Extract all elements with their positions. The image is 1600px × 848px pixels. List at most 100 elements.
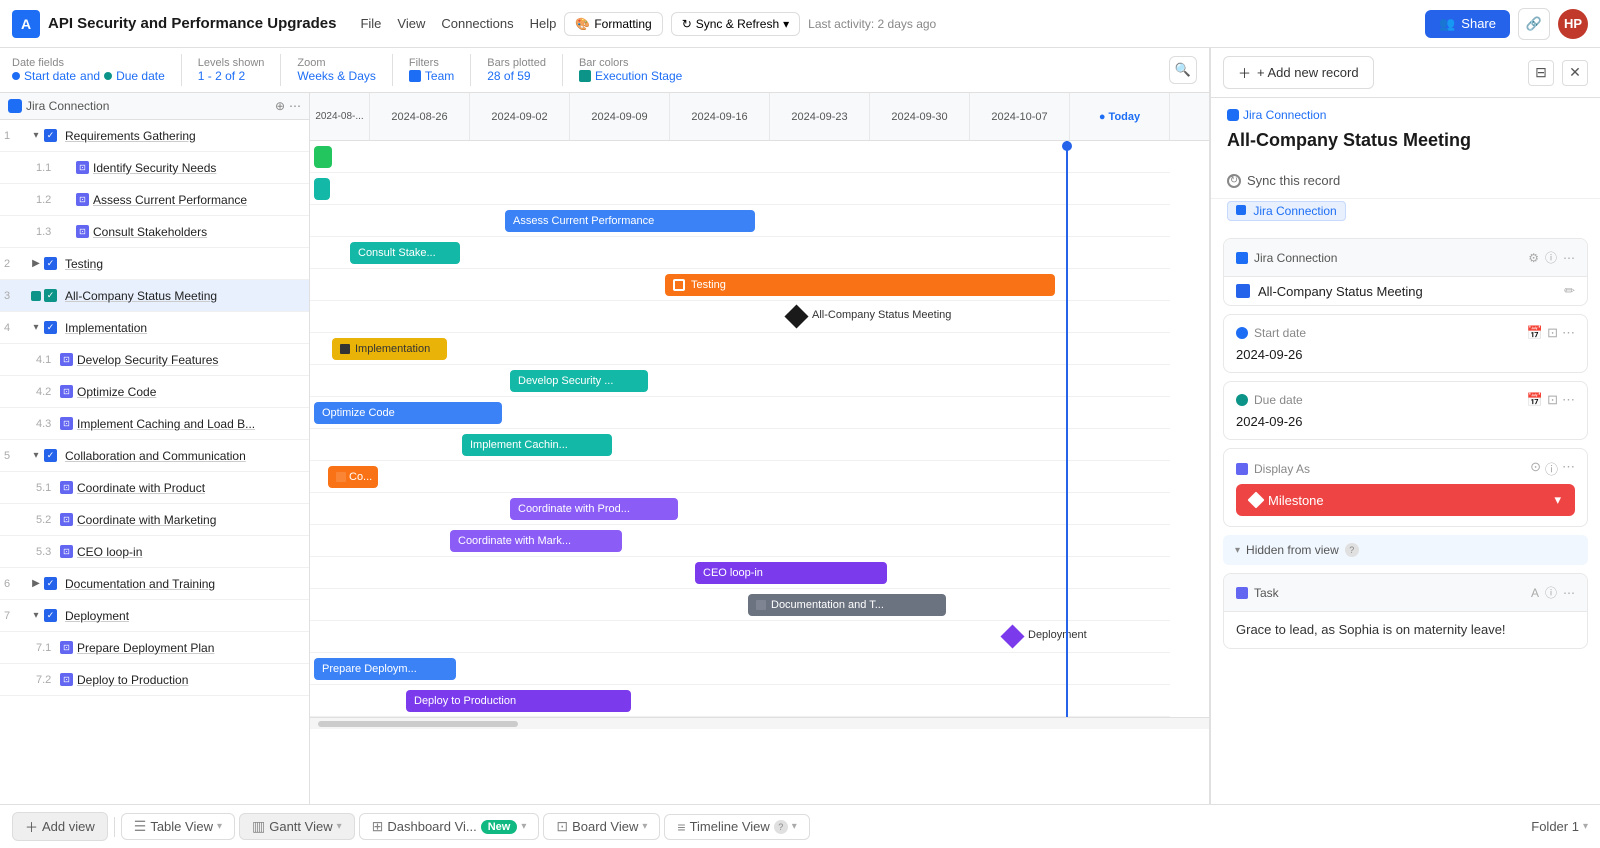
- calendar-icon[interactable]: 📅: [1527, 325, 1543, 341]
- text-icon[interactable]: A: [1531, 586, 1539, 600]
- more-icon[interactable]: ⋯: [1562, 392, 1575, 408]
- date-fields-value[interactable]: Start date and Due date: [12, 69, 165, 83]
- app-logo: A: [12, 10, 40, 38]
- table-row[interactable]: 4.2 ⊡ Optimize Code: [0, 376, 309, 408]
- search-button[interactable]: 🔍: [1169, 56, 1197, 84]
- table-row[interactable]: 7.2 ⊡ Deploy to Production: [0, 664, 309, 696]
- info-icon[interactable]: ⓘ: [1545, 249, 1557, 266]
- table-row[interactable]: 1 ▾ ✓ Requirements Gathering: [0, 120, 309, 152]
- close-button[interactable]: ✕: [1562, 60, 1588, 86]
- table-row[interactable]: 4.3 ⊡ Implement Caching and Load B...: [0, 408, 309, 440]
- gantt-bar-opt[interactable]: Optimize Code: [314, 402, 502, 424]
- table-row[interactable]: 7.1 ⊡ Prepare Deployment Plan: [0, 632, 309, 664]
- tab-table-view[interactable]: ☰ Table View ▾: [121, 813, 235, 840]
- jira-checkbox[interactable]: [1236, 284, 1250, 298]
- chart-row: Testing: [310, 269, 1170, 301]
- row-checkbox[interactable]: ✓: [44, 609, 57, 622]
- gantt-bar[interactable]: [314, 178, 330, 200]
- gantt-bar-collab[interactable]: Co...: [328, 466, 378, 488]
- filters-value[interactable]: Team: [409, 69, 454, 83]
- jira-connection-tag[interactable]: Jira Connection: [1227, 201, 1346, 221]
- gantt-bar-testing[interactable]: Testing: [665, 274, 1055, 296]
- copy-icon[interactable]: ⊡: [1547, 325, 1558, 341]
- row-checkbox[interactable]: ✓: [44, 257, 57, 270]
- jira-item[interactable]: All-Company Status Meeting ✏: [1224, 277, 1587, 305]
- minimize-button[interactable]: ⊟: [1528, 60, 1554, 86]
- tab-gantt-view[interactable]: ▥ Gantt View ▾: [239, 813, 355, 840]
- chart-scrollbar[interactable]: [310, 717, 1209, 729]
- table-row[interactable]: 4 ▾ ✓ Implementation: [0, 312, 309, 344]
- date-col: 2024-09-23: [770, 93, 870, 140]
- app-title: API Security and Performance Upgrades: [48, 15, 336, 32]
- info-icon[interactable]: ⓘ: [1545, 584, 1557, 601]
- link-button[interactable]: 🔗: [1518, 8, 1550, 40]
- gantt-bar-assess[interactable]: Assess Current Performance: [505, 210, 755, 232]
- sync-icon: ↻: [682, 17, 692, 31]
- more-icon[interactable]: ⋯: [1562, 459, 1575, 478]
- tab-timeline-view[interactable]: ≡ Timeline View ? ▾: [664, 814, 809, 840]
- table-row[interactable]: 6 ▶ ✓ Documentation and Training: [0, 568, 309, 600]
- sync-button[interactable]: ↻ Sync & Refresh ▾: [671, 12, 800, 36]
- row-checkbox[interactable]: ✓: [44, 289, 57, 302]
- filters-group: Filters Team: [409, 57, 454, 83]
- table-row[interactable]: 3 ✓ All-Company Status Meeting: [0, 280, 309, 312]
- settings-icon[interactable]: ⚙: [1528, 251, 1539, 265]
- nav-file[interactable]: File: [360, 16, 381, 31]
- table-row[interactable]: 5.2 ⊡ Coordinate with Marketing: [0, 504, 309, 536]
- table-row[interactable]: 2 ▶ ✓ Testing: [0, 248, 309, 280]
- nav-view[interactable]: View: [397, 16, 425, 31]
- row-checkbox[interactable]: ✓: [44, 449, 57, 462]
- share-button[interactable]: 👥 Share: [1425, 10, 1510, 38]
- tab-board-view[interactable]: ⊡ Board View ▾: [543, 813, 660, 840]
- bars-plotted-value[interactable]: 28 of 59: [487, 69, 546, 83]
- gantt-bar-coord-prod[interactable]: Coordinate with Prod...: [510, 498, 678, 520]
- copy-icon[interactable]: ⊡: [1547, 392, 1558, 408]
- gantt-bar-dev[interactable]: Develop Security ...: [510, 370, 648, 392]
- folder-label[interactable]: Folder 1 ▾: [1531, 819, 1588, 834]
- gantt-bar-docs[interactable]: Documentation and T...: [748, 594, 946, 616]
- deployment-diamond[interactable]: [1000, 624, 1024, 648]
- milestone-diamond[interactable]: [784, 304, 808, 328]
- gantt-bar-coord-mkt[interactable]: Coordinate with Mark...: [450, 530, 622, 552]
- row-checkbox[interactable]: ✓: [44, 321, 57, 334]
- formatting-button[interactable]: 🎨 Formatting: [564, 12, 662, 36]
- gantt-bar-prep[interactable]: Prepare Deploym...: [314, 658, 456, 680]
- info-icon[interactable]: ⓘ: [1545, 459, 1558, 478]
- table-row[interactable]: 1.3 ⊡ Consult Stakeholders: [0, 216, 309, 248]
- row-checkbox[interactable]: ✓: [44, 577, 57, 590]
- start-date-field: Start date 📅 ⊡ ⋯ 2024-09-26: [1224, 315, 1587, 372]
- tab-dashboard-view[interactable]: ⊞ Dashboard Vi... New ▾: [359, 813, 540, 840]
- gantt-bar-ceo[interactable]: CEO loop-in: [695, 562, 887, 584]
- nav-connections[interactable]: Connections: [441, 16, 513, 31]
- scrollbar-thumb[interactable]: [318, 721, 518, 727]
- gantt-chart: 2024-08-... 2024-08-26 2024-09-02 2024-0…: [310, 93, 1209, 804]
- gantt-bar-cache[interactable]: Implement Cachin...: [462, 434, 612, 456]
- table-row[interactable]: 5 ▾ ✓ Collaboration and Communication: [0, 440, 309, 472]
- table-row[interactable]: 1.1 ⊡ Identify Security Needs: [0, 152, 309, 184]
- table-row[interactable]: 5.1 ⊡ Coordinate with Product: [0, 472, 309, 504]
- more-icon[interactable]: ⋯: [1563, 251, 1575, 265]
- row-checkbox[interactable]: ✓: [44, 129, 57, 142]
- edit-icon[interactable]: ✏: [1564, 283, 1575, 299]
- table-row[interactable]: 5.3 ⊡ CEO loop-in: [0, 536, 309, 568]
- gantt-area: Date fields Start date and Due date Leve…: [0, 48, 1210, 804]
- milestone-dropdown[interactable]: Milestone ▾: [1236, 484, 1575, 516]
- table-row[interactable]: 4.1 ⊡ Develop Security Features: [0, 344, 309, 376]
- zoom-value[interactable]: Weeks & Days: [297, 69, 375, 83]
- add-view-button[interactable]: ＋ Add view: [12, 812, 108, 841]
- gantt-bar-impl[interactable]: Implementation: [332, 338, 447, 360]
- table-row[interactable]: 7 ▾ ✓ Deployment: [0, 600, 309, 632]
- gantt-bar[interactable]: [314, 146, 332, 168]
- more-icon[interactable]: ⋯: [1563, 586, 1575, 600]
- hidden-from-view-row[interactable]: ▾ Hidden from view ?: [1223, 535, 1588, 565]
- calendar-icon[interactable]: 📅: [1527, 392, 1543, 408]
- nav-help[interactable]: Help: [530, 16, 557, 31]
- gantt-bar-consult[interactable]: Consult Stake...: [350, 242, 460, 264]
- levels-value[interactable]: 1 - 2 of 2: [198, 69, 265, 83]
- add-record-button[interactable]: ＋ + Add new record: [1223, 56, 1374, 89]
- gantt-bar-deploy[interactable]: Deploy to Production: [406, 690, 631, 712]
- table-row[interactable]: 1.2 ⊡ Assess Current Performance: [0, 184, 309, 216]
- toggle-icon[interactable]: ⊙: [1530, 459, 1541, 478]
- bar-colors-value[interactable]: Execution Stage: [579, 69, 682, 83]
- more-icon[interactable]: ⋯: [1562, 325, 1575, 341]
